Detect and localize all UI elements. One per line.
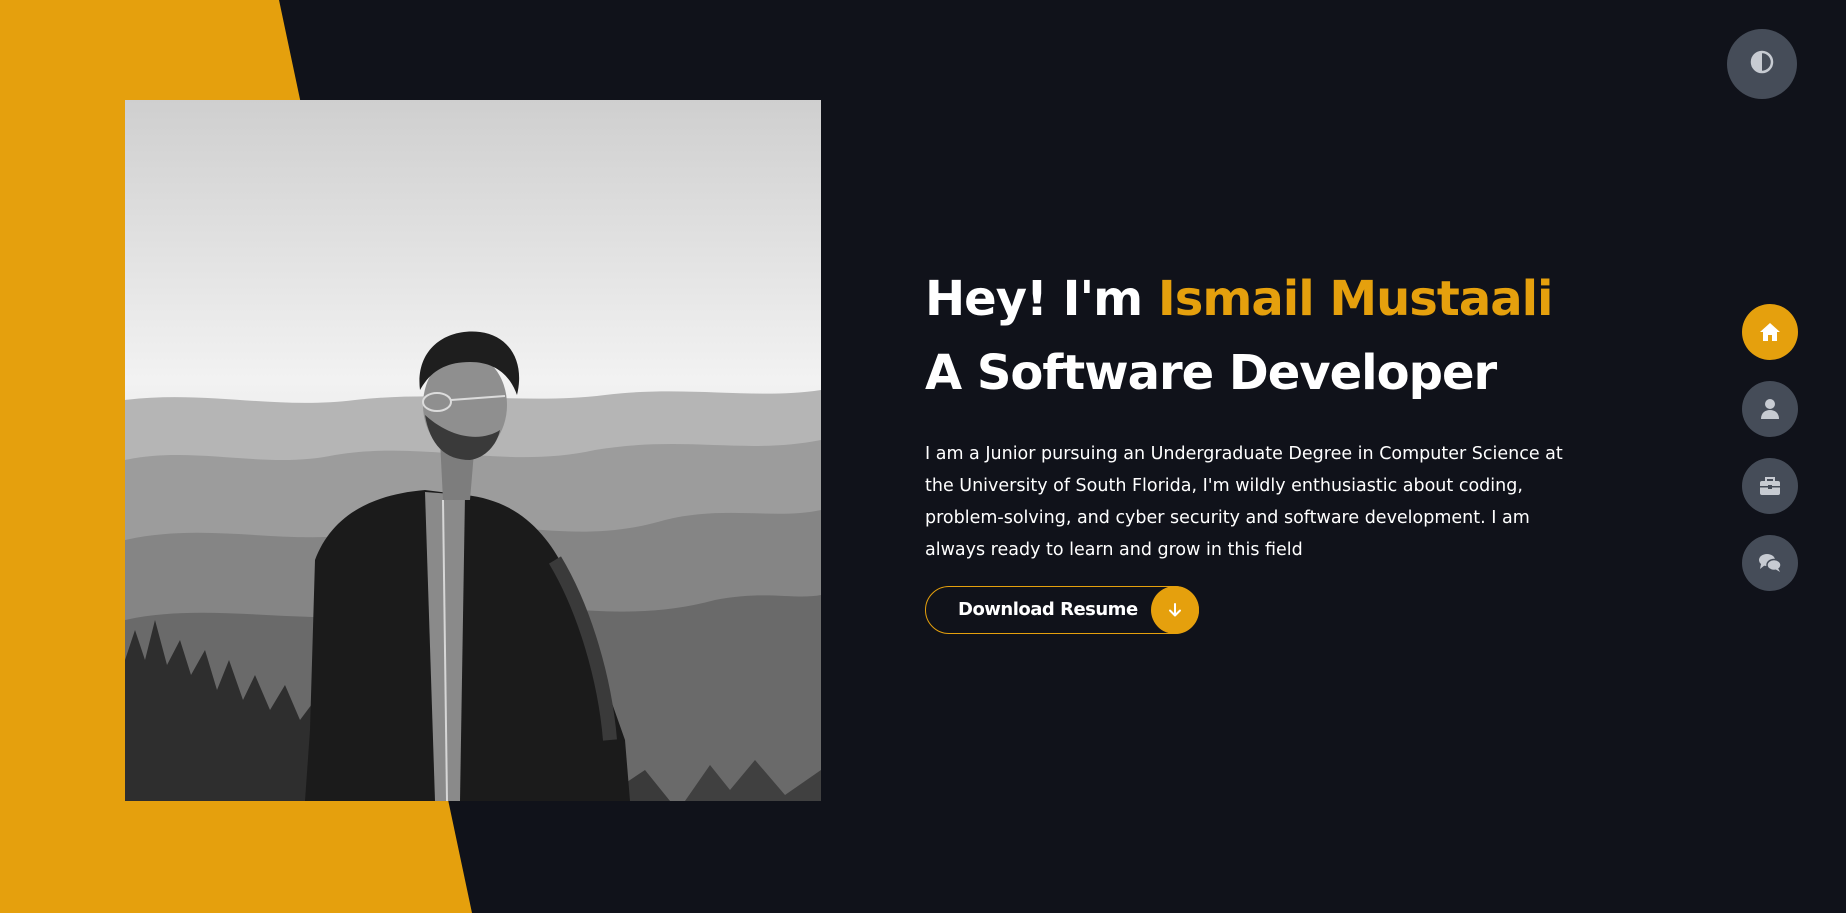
contrast-icon — [1750, 50, 1774, 78]
theme-toggle-button[interactable] — [1727, 29, 1797, 99]
side-nav — [1742, 304, 1798, 612]
nav-about-button[interactable] — [1742, 381, 1798, 437]
hero-name: Ismail Mustaali — [1157, 271, 1554, 327]
download-resume-label: Download Resume — [958, 599, 1138, 620]
nav-contact-button[interactable] — [1742, 535, 1798, 591]
hero-title-prefix: Hey! I'm — [925, 271, 1158, 327]
hero-title-suffix: A Software Developer — [925, 345, 1497, 401]
nav-home-button[interactable] — [1742, 304, 1798, 360]
hero-description: I am a Junior pursuing an Undergraduate … — [925, 444, 1563, 560]
profile-photo — [125, 100, 821, 801]
user-icon — [1760, 398, 1780, 420]
comments-icon — [1758, 553, 1782, 573]
briefcase-icon — [1759, 476, 1781, 496]
nav-portfolio-button[interactable] — [1742, 458, 1798, 514]
hero-title: Hey! I'm Ismail Mustaali A Software Deve… — [925, 262, 1565, 410]
home-icon — [1759, 322, 1781, 342]
hero-section: Hey! I'm Ismail Mustaali A Software Deve… — [925, 262, 1565, 566]
download-resume-button[interactable]: Download Resume — [925, 586, 1199, 634]
arrow-down-icon — [1151, 586, 1199, 634]
page: Hey! I'm Ismail Mustaali A Software Deve… — [0, 0, 1846, 913]
